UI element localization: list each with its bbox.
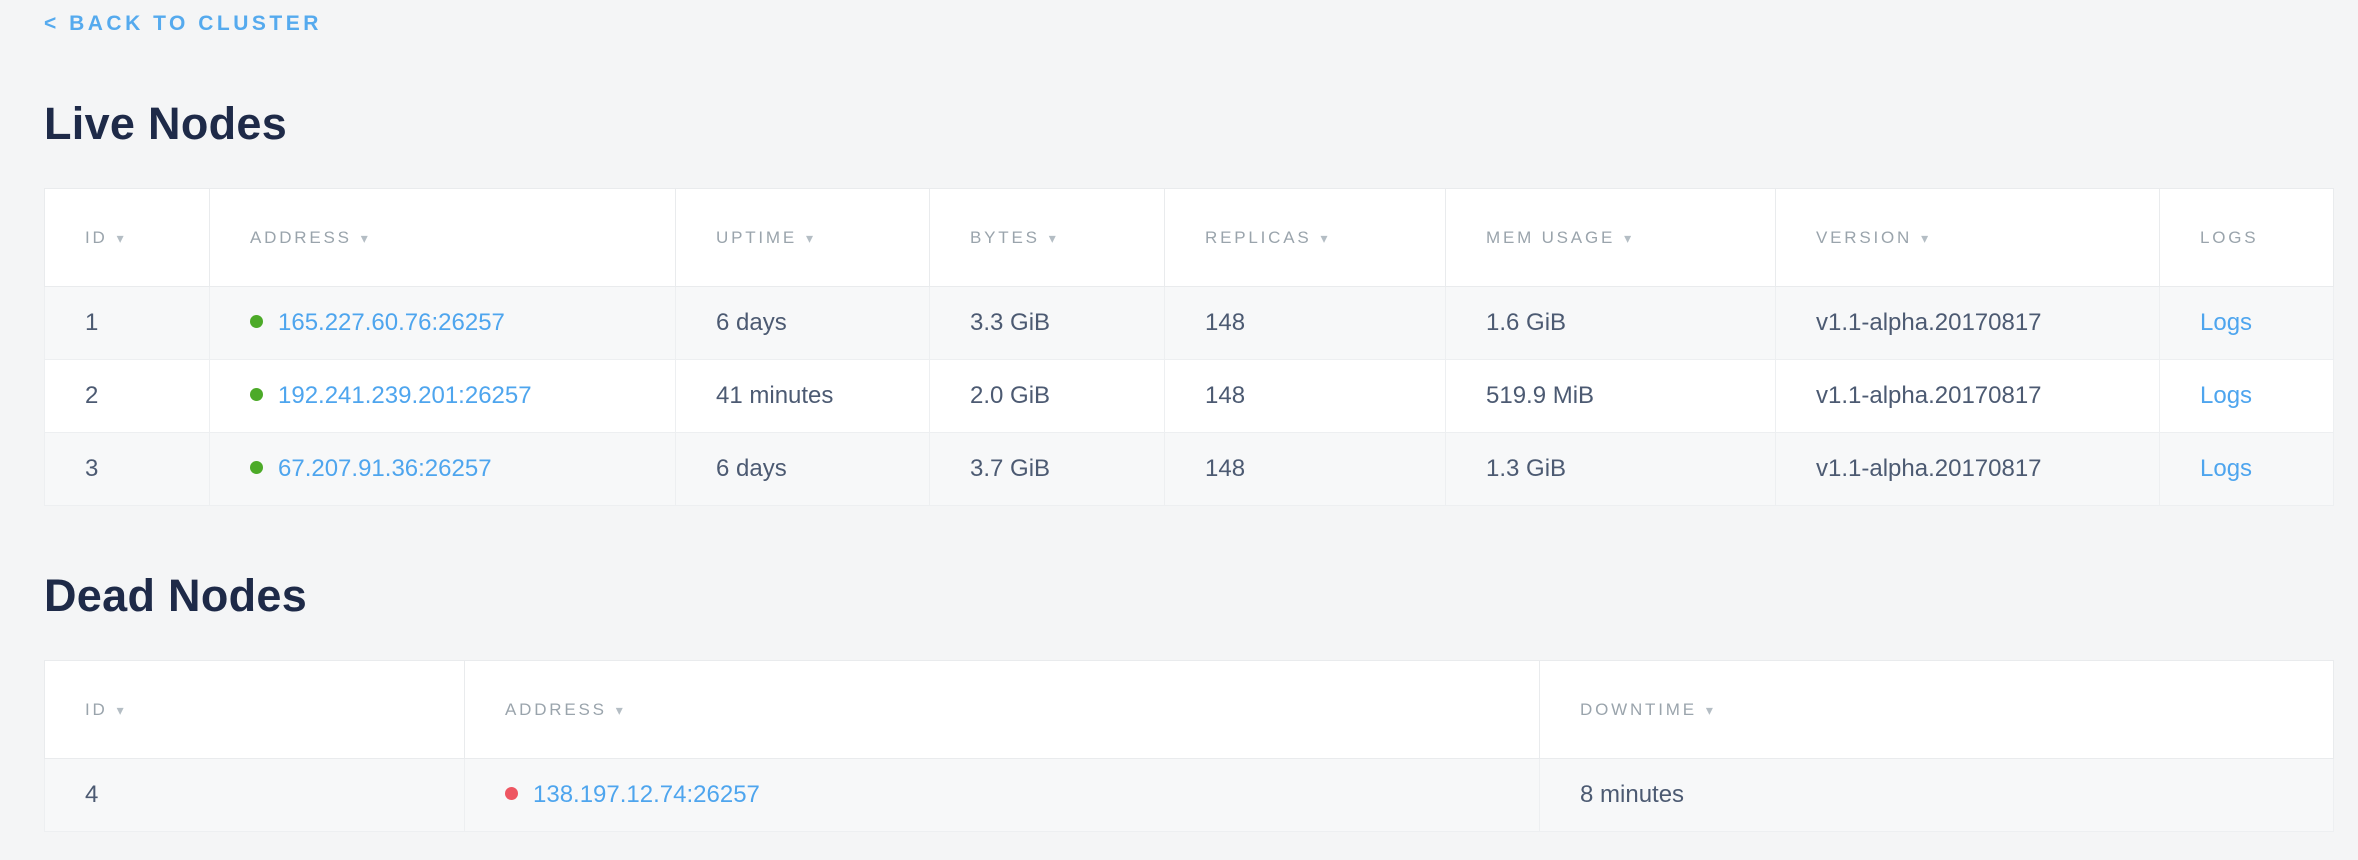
cell-logs: Logs bbox=[2160, 287, 2334, 360]
column-header-id-label: ID bbox=[85, 228, 108, 247]
cell-logs: Logs bbox=[2160, 433, 2334, 506]
column-header-version[interactable]: VERSION ▾ bbox=[1776, 189, 2160, 287]
back-to-cluster-link[interactable]: < BACK TO CLUSTER bbox=[44, 12, 322, 36]
sort-down-icon: ▾ bbox=[616, 702, 626, 718]
column-header-address[interactable]: ADDRESS ▾ bbox=[465, 661, 1540, 759]
column-header-logs: LOGS bbox=[2160, 189, 2334, 287]
logs-link[interactable]: Logs bbox=[2200, 309, 2252, 336]
column-header-replicas[interactable]: REPLICAS ▾ bbox=[1165, 189, 1446, 287]
cell-replicas: 148 bbox=[1165, 287, 1446, 360]
cell-mem-usage: 1.6 GiB bbox=[1446, 287, 1776, 360]
column-header-version-label: VERSION bbox=[1816, 228, 1912, 247]
live-status-dot bbox=[250, 388, 263, 401]
cell-replicas: 148 bbox=[1165, 433, 1446, 506]
sort-down-icon: ▾ bbox=[1321, 230, 1331, 246]
column-header-uptime-label: UPTIME bbox=[716, 228, 797, 247]
cell-logs: Logs bbox=[2160, 360, 2334, 433]
logs-link[interactable]: Logs bbox=[2200, 455, 2252, 482]
live-status-dot bbox=[250, 461, 263, 474]
column-header-address-label: ADDRESS bbox=[505, 700, 607, 719]
sort-down-icon: ▾ bbox=[1049, 230, 1059, 246]
sort-down-icon: ▾ bbox=[1706, 702, 1716, 718]
cell-bytes: 3.3 GiB bbox=[930, 287, 1165, 360]
cell-node-id: 4 bbox=[45, 759, 465, 832]
sort-down-icon: ▾ bbox=[361, 230, 371, 246]
node-address-link[interactable]: 67.207.91.36:26257 bbox=[278, 455, 492, 482]
column-header-uptime[interactable]: UPTIME ▾ bbox=[676, 189, 930, 287]
nodes-page: < BACK TO CLUSTER Live Nodes ID ▾ ADDRESS… bbox=[0, 0, 2358, 832]
sort-down-icon: ▾ bbox=[806, 230, 816, 246]
column-header-id[interactable]: ID ▾ bbox=[45, 661, 465, 759]
cell-uptime: 41 minutes bbox=[676, 360, 930, 433]
cell-node-address: 138.197.12.74:26257 bbox=[465, 759, 1540, 832]
column-header-downtime-label: DOWNTIME bbox=[1580, 700, 1697, 719]
sort-down-icon: ▾ bbox=[117, 702, 127, 718]
cell-bytes: 3.7 GiB bbox=[930, 433, 1165, 506]
table-row: 4 138.197.12.74:26257 8 minutes bbox=[45, 759, 2334, 832]
table-row: 2 192.241.239.201:26257 41 minutes 2.0 G… bbox=[45, 360, 2334, 433]
column-header-id-label: ID bbox=[85, 700, 108, 719]
dead-nodes-table: ID ▾ ADDRESS ▾ DOWNTIME ▾ 4 138.197.12.74:2… bbox=[44, 660, 2334, 832]
live-nodes-table: ID ▾ ADDRESS ▾ UPTIME ▾ BYTES ▾ REPLICAS ▾ ME… bbox=[44, 188, 2334, 506]
cell-downtime: 8 minutes bbox=[1540, 759, 2334, 832]
cell-node-address: 192.241.239.201:26257 bbox=[210, 360, 676, 433]
column-header-logs-label: LOGS bbox=[2200, 228, 2258, 247]
cell-replicas: 148 bbox=[1165, 360, 1446, 433]
cell-version: v1.1-alpha.20170817 bbox=[1776, 360, 2160, 433]
live-nodes-header-row: ID ▾ ADDRESS ▾ UPTIME ▾ BYTES ▾ REPLICAS ▾ ME… bbox=[45, 189, 2334, 287]
cell-mem-usage: 519.9 MiB bbox=[1446, 360, 1776, 433]
dead-status-dot bbox=[505, 787, 518, 800]
dead-nodes-header-row: ID ▾ ADDRESS ▾ DOWNTIME ▾ bbox=[45, 661, 2334, 759]
column-header-mem-usage[interactable]: MEM USAGE ▾ bbox=[1446, 189, 1776, 287]
cell-version: v1.1-alpha.20170817 bbox=[1776, 433, 2160, 506]
cell-mem-usage: 1.3 GiB bbox=[1446, 433, 1776, 506]
dead-nodes-title: Dead Nodes bbox=[44, 570, 2334, 622]
table-row: 1 165.227.60.76:26257 6 days 3.3 GiB 148… bbox=[45, 287, 2334, 360]
column-header-bytes[interactable]: BYTES ▾ bbox=[930, 189, 1165, 287]
sort-down-icon: ▾ bbox=[1624, 230, 1634, 246]
column-header-address[interactable]: ADDRESS ▾ bbox=[210, 189, 676, 287]
cell-node-id: 3 bbox=[45, 433, 210, 506]
cell-node-id: 1 bbox=[45, 287, 210, 360]
cell-bytes: 2.0 GiB bbox=[930, 360, 1165, 433]
live-status-dot bbox=[250, 315, 263, 328]
sort-down-icon: ▾ bbox=[117, 230, 127, 246]
live-nodes-title: Live Nodes bbox=[44, 98, 2334, 150]
cell-node-address: 67.207.91.36:26257 bbox=[210, 433, 676, 506]
sort-down-icon: ▾ bbox=[1921, 230, 1931, 246]
node-address-link[interactable]: 165.227.60.76:26257 bbox=[278, 309, 505, 336]
table-row: 3 67.207.91.36:26257 6 days 3.7 GiB 148 … bbox=[45, 433, 2334, 506]
column-header-bytes-label: BYTES bbox=[970, 228, 1040, 247]
cell-uptime: 6 days bbox=[676, 433, 930, 506]
cell-version: v1.1-alpha.20170817 bbox=[1776, 287, 2160, 360]
node-address-link[interactable]: 192.241.239.201:26257 bbox=[278, 382, 532, 409]
cell-node-id: 2 bbox=[45, 360, 210, 433]
logs-link[interactable]: Logs bbox=[2200, 382, 2252, 409]
column-header-downtime[interactable]: DOWNTIME ▾ bbox=[1540, 661, 2334, 759]
node-address-link[interactable]: 138.197.12.74:26257 bbox=[533, 781, 760, 808]
cell-node-address: 165.227.60.76:26257 bbox=[210, 287, 676, 360]
cell-uptime: 6 days bbox=[676, 287, 930, 360]
column-header-replicas-label: REPLICAS bbox=[1205, 228, 1312, 247]
column-header-address-label: ADDRESS bbox=[250, 228, 352, 247]
column-header-mem-usage-label: MEM USAGE bbox=[1486, 228, 1615, 247]
column-header-id[interactable]: ID ▾ bbox=[45, 189, 210, 287]
